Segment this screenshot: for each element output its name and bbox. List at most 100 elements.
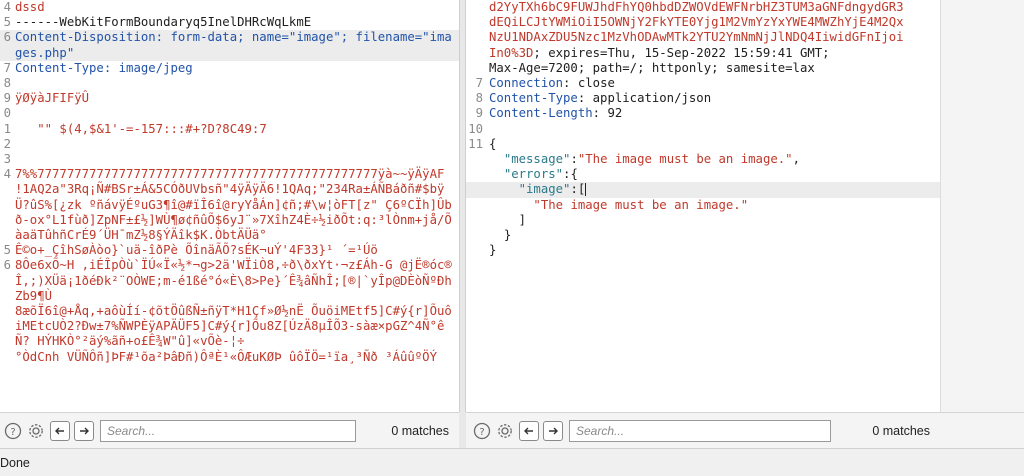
left-code-line: 0 — [0, 106, 459, 121]
left-code-line: 6 Content-Disposition: form-data; name="i… — [0, 30, 459, 61]
help-icon[interactable]: ? — [3, 421, 23, 441]
left-code-line: 5 Ê©o+_ÇîhSøÀòo}`uä-îðPè ÕînäÃÕ?sÉK¬uÝ'4F… — [0, 243, 459, 258]
previous-match-button[interactable] — [519, 420, 539, 441]
right-code-line: 7 Connection: close — [466, 76, 940, 91]
line-number — [466, 15, 483, 30]
right-code-line: 10 — [466, 122, 940, 137]
code-text: { — [489, 136, 497, 151]
left-code-line: 1 "" $(4,$&1'-=-157:::#+?D?8C49:7 — [0, 122, 459, 137]
line-number: 4 — [3, 167, 11, 182]
left-code-line: 4 7%%777777777777777777777777777777777777… — [0, 167, 459, 243]
right-code-line: NzU1NDAxZDU5Nzc1MzVhODAwMTk2YTU2YmNmNjJl… — [466, 30, 940, 45]
right-code-line: } — [466, 243, 940, 258]
line-number: 0 — [3, 106, 11, 121]
arrow-left-icon — [524, 427, 533, 434]
left-code-line: 7 Content-Type: image/jpeg — [0, 61, 459, 76]
code-text: dEQiLCJtYWMiOiI5OWNjY2FkYTE0Yjg1M2VmYzYx… — [489, 15, 904, 30]
code-text: Content-Type: application/json — [489, 91, 712, 106]
settings-gear-icon[interactable] — [26, 421, 46, 441]
next-match-button[interactable] — [74, 420, 94, 441]
left-code-line: °ÒdCnh VÜÑÔñ]ÞF#¹õa²ÞâÐñ)ÔªÈ¹«ÔÆuKØÞ ûôÏ… — [0, 350, 459, 365]
code-text: Ê©o+_ÇîhSøÀòo}`uä-îðPè ÕînäÃÕ?sÉK¬uÝ'4F3… — [15, 243, 378, 258]
code-text: "image":[ — [518, 182, 587, 197]
right-code-line: "The image must be an image." — [466, 198, 940, 213]
code-text: Max-Age=7200; path=/; httponly; samesite… — [489, 60, 815, 75]
arrow-left-icon — [55, 427, 64, 434]
line-number — [466, 0, 483, 15]
code-text: NzU1NDAxZDU5Nzc1MzVhODAwMTk2YTU2YmNmNjJl… — [489, 30, 904, 45]
line-number: 6 — [3, 30, 11, 45]
code-text: ÿØÿàJFIFÿÛ — [15, 91, 90, 106]
line-number: 5 — [3, 15, 11, 30]
left-code-line: 8 — [0, 76, 459, 91]
line-number — [466, 198, 483, 213]
request-code-lines: 4 dssd 5 ------WebKitFormBoundaryq5InelDHRc… — [0, 0, 459, 365]
response-viewer-pane[interactable]: d2YyTXh6bC9FUWJhdFhYQ0hbdDZWOVdEWFNrbHZ3… — [466, 0, 940, 412]
line-number — [466, 46, 483, 61]
line-number: 5 — [3, 243, 11, 258]
line-number — [466, 243, 483, 258]
left-code-line: 4 dssd — [0, 0, 459, 15]
line-number: 9 — [475, 106, 483, 121]
line-number: 8 — [3, 76, 11, 91]
settings-gear-icon[interactable] — [495, 421, 515, 441]
line-number: 8 — [475, 91, 483, 106]
line-number: 2 — [3, 136, 11, 151]
code-text: "The image must be an image." — [489, 197, 749, 212]
status-text: Done — [0, 455, 30, 470]
line-number — [466, 61, 483, 76]
help-icon[interactable]: ? — [472, 421, 492, 441]
line-number — [466, 228, 483, 243]
inspector-panel — [940, 0, 1024, 412]
code-text: "message":"The image must be an image.", — [503, 152, 800, 167]
right-code-line: "errors":{ — [466, 167, 940, 182]
code-text: "errors":{ — [503, 167, 578, 182]
response-search-input[interactable] — [569, 419, 831, 442]
line-number: 10 — [468, 121, 483, 136]
right-code-line: 9 Content-Length: 92 — [466, 106, 940, 121]
previous-match-button[interactable] — [50, 420, 70, 441]
right-code-line: d2YyTXh6bC9FUWJhdFhYQ0hbdDZWOVdEWFNrbHZ3… — [466, 0, 940, 15]
right-code-line: dEQiLCJtYWMiOiI5OWNjY2FkYTE0Yjg1M2VmYzYx… — [466, 15, 940, 30]
line-number: 7 — [3, 60, 11, 75]
line-number — [466, 30, 483, 45]
line-number: 9 — [3, 91, 11, 106]
code-text: Content-Type: image/jpeg — [15, 60, 193, 75]
left-code-line: 8æõÏ6î@+Åq,+aôùÍí-¢õtÖûßÑ±ñÿT*H1Çf»Ø½nË … — [0, 304, 459, 350]
code-text: "" $(4,$&1'-=-157:::#+?D?8C49:7 — [15, 121, 267, 136]
response-search-toolbar: ? 0 matches — [466, 412, 940, 448]
right-code-line: "message":"The image must be an image.", — [466, 152, 940, 167]
right-code-line: ] — [466, 213, 940, 228]
line-number — [466, 152, 483, 167]
code-text: d2YyTXh6bC9FUWJhdFhYQ0hbdDZWOVdEWFNrbHZ3… — [489, 0, 904, 14]
response-match-count: 0 matches — [872, 423, 930, 438]
request-search-input[interactable] — [100, 419, 356, 442]
pane-splitter[interactable] — [459, 0, 466, 412]
line-number: 1 — [3, 121, 11, 136]
line-number — [0, 350, 11, 365]
right-code-line: } — [466, 228, 940, 243]
status-bar: Done — [0, 448, 1024, 476]
line-number — [466, 182, 483, 197]
request-editor-pane[interactable]: 4 dssd 5 ------WebKitFormBoundaryq5InelDHRc… — [0, 0, 459, 412]
code-text: Content-Length: 92 — [489, 106, 623, 121]
code-text: 8æõÏ6î@+Åq,+aôùÍí-¢õtÖûßÑ±ñÿT*H1Çf»Ø½nË … — [15, 304, 452, 349]
code-text: ------WebKitFormBoundaryq5InelDHRcWqLkmE — [15, 15, 312, 30]
line-number — [466, 167, 483, 182]
arrow-right-icon — [80, 427, 89, 434]
code-text: dssd — [15, 0, 45, 14]
inspector-toolbar — [940, 412, 1024, 448]
left-code-line: 9 ÿØÿàJFIFÿÛ — [0, 91, 459, 106]
arrow-right-icon — [549, 427, 558, 434]
line-number: 6 — [3, 258, 11, 273]
next-match-button[interactable] — [543, 420, 563, 441]
code-text: ] — [489, 212, 527, 227]
left-code-line: 5 ------WebKitFormBoundaryq5InelDHRcWqLkm… — [0, 15, 459, 30]
line-number — [466, 213, 483, 228]
code-text: Content-Disposition: form-data; name="im… — [15, 30, 452, 60]
text-cursor — [585, 183, 587, 197]
request-match-count: 0 matches — [391, 423, 449, 438]
